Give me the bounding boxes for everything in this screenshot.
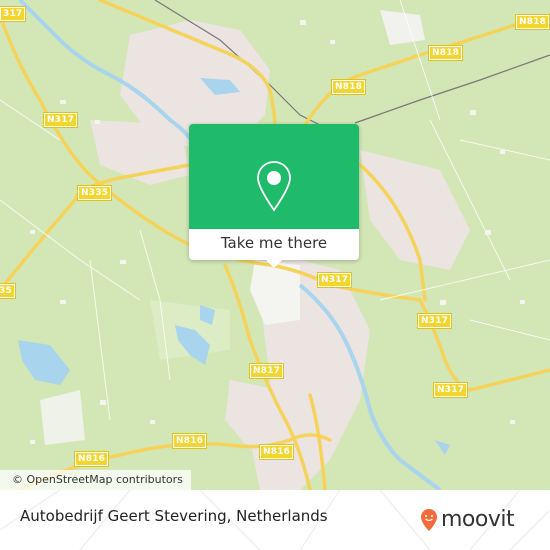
map-view[interactable]: 317 N317 N335 35 N818 N818 N818 N317 N31… (0, 0, 550, 490)
road-label: N317 (42, 112, 79, 128)
road-label: N816 (73, 451, 110, 467)
popup-pointer (266, 260, 282, 268)
road-label: N317 (432, 382, 469, 398)
popup-header (189, 124, 359, 229)
road-label: N317 (316, 272, 353, 288)
map-pin-icon (257, 161, 291, 212)
road-label: 35 (0, 283, 16, 299)
place-name: Autobedrijf Geert Stevering, Netherlands (20, 507, 328, 525)
road-label: N317 (416, 313, 453, 329)
road-label: N335 (76, 185, 113, 201)
road-label: N818 (514, 14, 550, 30)
road-label: N816 (171, 433, 208, 449)
take-me-there-button[interactable]: Take me there (189, 229, 359, 260)
road-label: N817 (248, 363, 285, 379)
road-label: 317 (0, 6, 27, 22)
road-label: N818 (330, 79, 367, 95)
moovit-logo[interactable]: moovit (420, 507, 515, 532)
moovit-smile-pin-icon (421, 509, 437, 531)
footer-bar: Autobedrijf Geert Stevering, Netherlands… (0, 490, 550, 550)
road-label: N818 (427, 45, 464, 61)
road-label: N816 (258, 444, 295, 460)
map-attribution[interactable]: © OpenStreetMap contributors (0, 470, 191, 490)
moovit-wordmark: moovit (441, 507, 515, 532)
location-popup: Take me there (189, 124, 359, 268)
